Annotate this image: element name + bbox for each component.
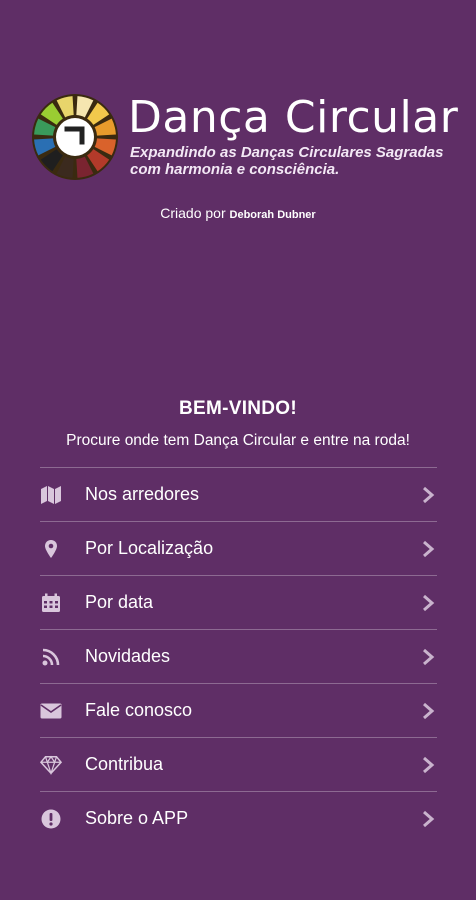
location-pin-icon — [40, 538, 62, 560]
tagline-line-1: Expandindo as Danças Circulares Sagradas — [130, 144, 444, 161]
menu-label: Por data — [85, 592, 154, 612]
map-icon — [40, 484, 62, 506]
welcome-title: BEM-VINDO! — [178, 398, 298, 419]
brand-tagline: Expandindo as Danças Circulares Sagradas… — [130, 144, 443, 178]
chevron-right-icon — [423, 594, 435, 611]
menu-item-news[interactable]: Novidades — [40, 630, 437, 684]
rss-icon — [40, 646, 62, 668]
menu-label: Fale conosco — [85, 700, 193, 720]
credit-line: Criado por Deborah Dubner — [0, 205, 476, 221]
menu-label: Por Localização — [85, 538, 214, 558]
chevron-right-icon — [423, 486, 435, 503]
welcome-subtitle: Procure onde tem Dança Circular e entre … — [66, 432, 410, 449]
chevron-right-icon — [423, 810, 435, 827]
app-logo: Dança Circular Expandindo as Danças Circ… — [30, 92, 458, 192]
chevron-right-icon — [423, 540, 435, 557]
diamond-icon — [40, 754, 62, 776]
menu-item-by-location[interactable]: Por Localização — [40, 522, 437, 576]
menu-item-about-app[interactable]: Sobre o APP — [40, 792, 437, 845]
chevron-right-icon — [423, 702, 435, 719]
menu-label: Nos arredores — [85, 484, 200, 504]
envelope-icon — [40, 700, 62, 722]
info-icon — [40, 808, 62, 830]
menu-label: Novidades — [85, 646, 171, 666]
menu-item-nearby[interactable]: Nos arredores — [40, 468, 437, 522]
credit-author: Deborah Dubner — [229, 209, 316, 221]
tagline-line-2: com harmonia e consciência. — [130, 161, 340, 178]
credit-prefix: Criado por — [160, 205, 226, 221]
main-menu: Nos arredores Por Localização Por data N… — [40, 467, 437, 845]
menu-item-contribute[interactable]: Contribua — [40, 738, 437, 792]
calendar-icon — [40, 592, 62, 614]
menu-label: Contribua — [85, 754, 164, 774]
chevron-right-icon — [423, 648, 435, 665]
menu-item-by-date[interactable]: Por data — [40, 576, 437, 630]
logo-wheel-icon — [32, 94, 118, 180]
menu-label: Sobre o APP — [85, 808, 189, 828]
brand-title: Dança Circular — [128, 92, 459, 143]
chevron-right-icon — [423, 756, 435, 773]
menu-item-contact[interactable]: Fale conosco — [40, 684, 437, 738]
